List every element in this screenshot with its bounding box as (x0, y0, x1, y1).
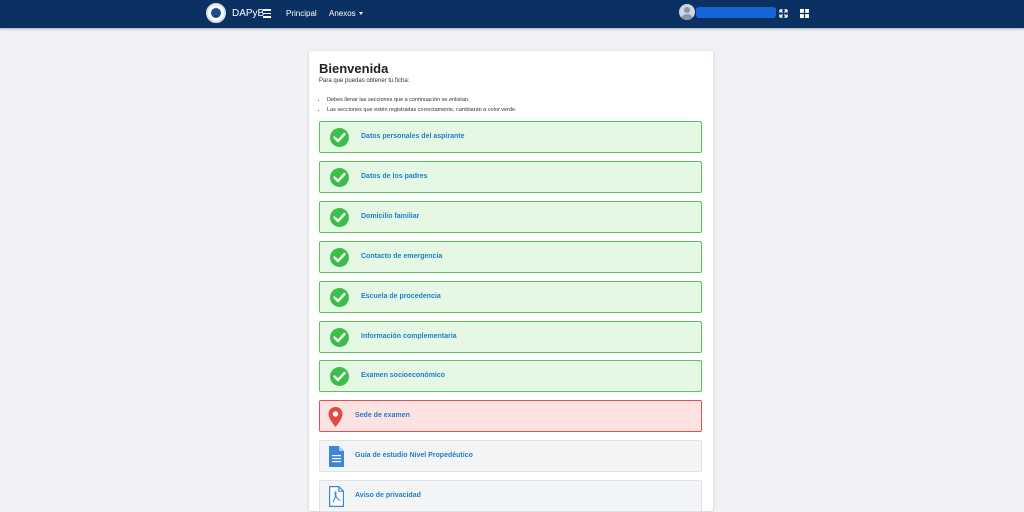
check-circle-icon (330, 128, 349, 147)
caret-down-icon (358, 12, 363, 16)
check-circle-icon (330, 168, 349, 187)
instruction-item: Las secciones que estén registradas corr… (327, 105, 517, 115)
grid-icon[interactable] (800, 9, 809, 18)
section-aviso-privacidad[interactable]: Aviso de privacidad (319, 480, 702, 512)
institution-logo-icon (206, 3, 226, 23)
section-label: Domicilio familiar (361, 213, 420, 220)
nav-anexos-label: Anexos (329, 9, 356, 18)
map-pin-icon (328, 407, 343, 427)
welcome-card: Bienvenida Para que puedas obtener tu fi… (309, 51, 713, 512)
user-avatar[interactable] (679, 4, 695, 20)
section-label: Escuela de procedencia (361, 293, 441, 300)
brand-name: DAPyB (232, 7, 265, 19)
intro-text: Para que puedas obtener tu ficha: (319, 78, 410, 84)
pdf-icon (329, 486, 344, 507)
check-circle-icon (330, 328, 349, 347)
check-circle-icon (330, 367, 349, 386)
section-escuela-procedencia[interactable]: Escuela de procedencia (319, 281, 702, 313)
instruction-item: Debes llenar las secciones que a continu… (327, 95, 517, 105)
top-navbar: DAPyB Principal Anexos usuario (0, 0, 1024, 28)
expand-icon[interactable] (779, 9, 788, 18)
check-circle-icon (330, 208, 349, 227)
nav-anexos-dropdown[interactable]: Anexos (329, 9, 363, 18)
section-sede-examen[interactable]: Sede de examen (319, 400, 702, 432)
page-title: Bienvenida (319, 61, 389, 76)
section-informacion-complementaria[interactable]: Información complementaria (319, 321, 702, 353)
section-label: Sede de examen (355, 412, 410, 419)
section-contacto-emergencia[interactable]: Contacto de emergencia (319, 241, 702, 273)
section-label: Examen socioeconómico (361, 372, 446, 379)
document-icon (329, 446, 344, 467)
section-examen-socioeconomico[interactable]: Examen socioeconómico (319, 360, 702, 392)
hamburger-icon[interactable] (263, 9, 271, 20)
user-name[interactable]: usuario (696, 7, 776, 18)
section-guia-estudio[interactable]: Guía de estudio Nivel Propedéutico (319, 440, 702, 472)
section-datos-padres[interactable]: Datos de los padres (319, 161, 702, 193)
section-domicilio-familiar[interactable]: Domicilio familiar (319, 201, 702, 233)
nav-principal[interactable]: Principal (286, 9, 317, 18)
section-label: Datos personales del aspirante (361, 133, 465, 140)
section-label: Aviso de privacidad (355, 492, 421, 499)
section-label: Información complementaria (361, 333, 457, 340)
section-label: Datos de los padres (361, 173, 428, 180)
section-label: Guía de estudio Nivel Propedéutico (355, 452, 473, 459)
check-circle-icon (330, 288, 349, 307)
section-datos-personales[interactable]: Datos personales del aspirante (319, 121, 702, 153)
brand[interactable]: DAPyB (206, 3, 264, 23)
instructions-list: Debes llenar las secciones que a continu… (319, 95, 517, 115)
check-circle-icon (330, 248, 349, 267)
section-label: Contacto de emergencia (361, 253, 443, 260)
